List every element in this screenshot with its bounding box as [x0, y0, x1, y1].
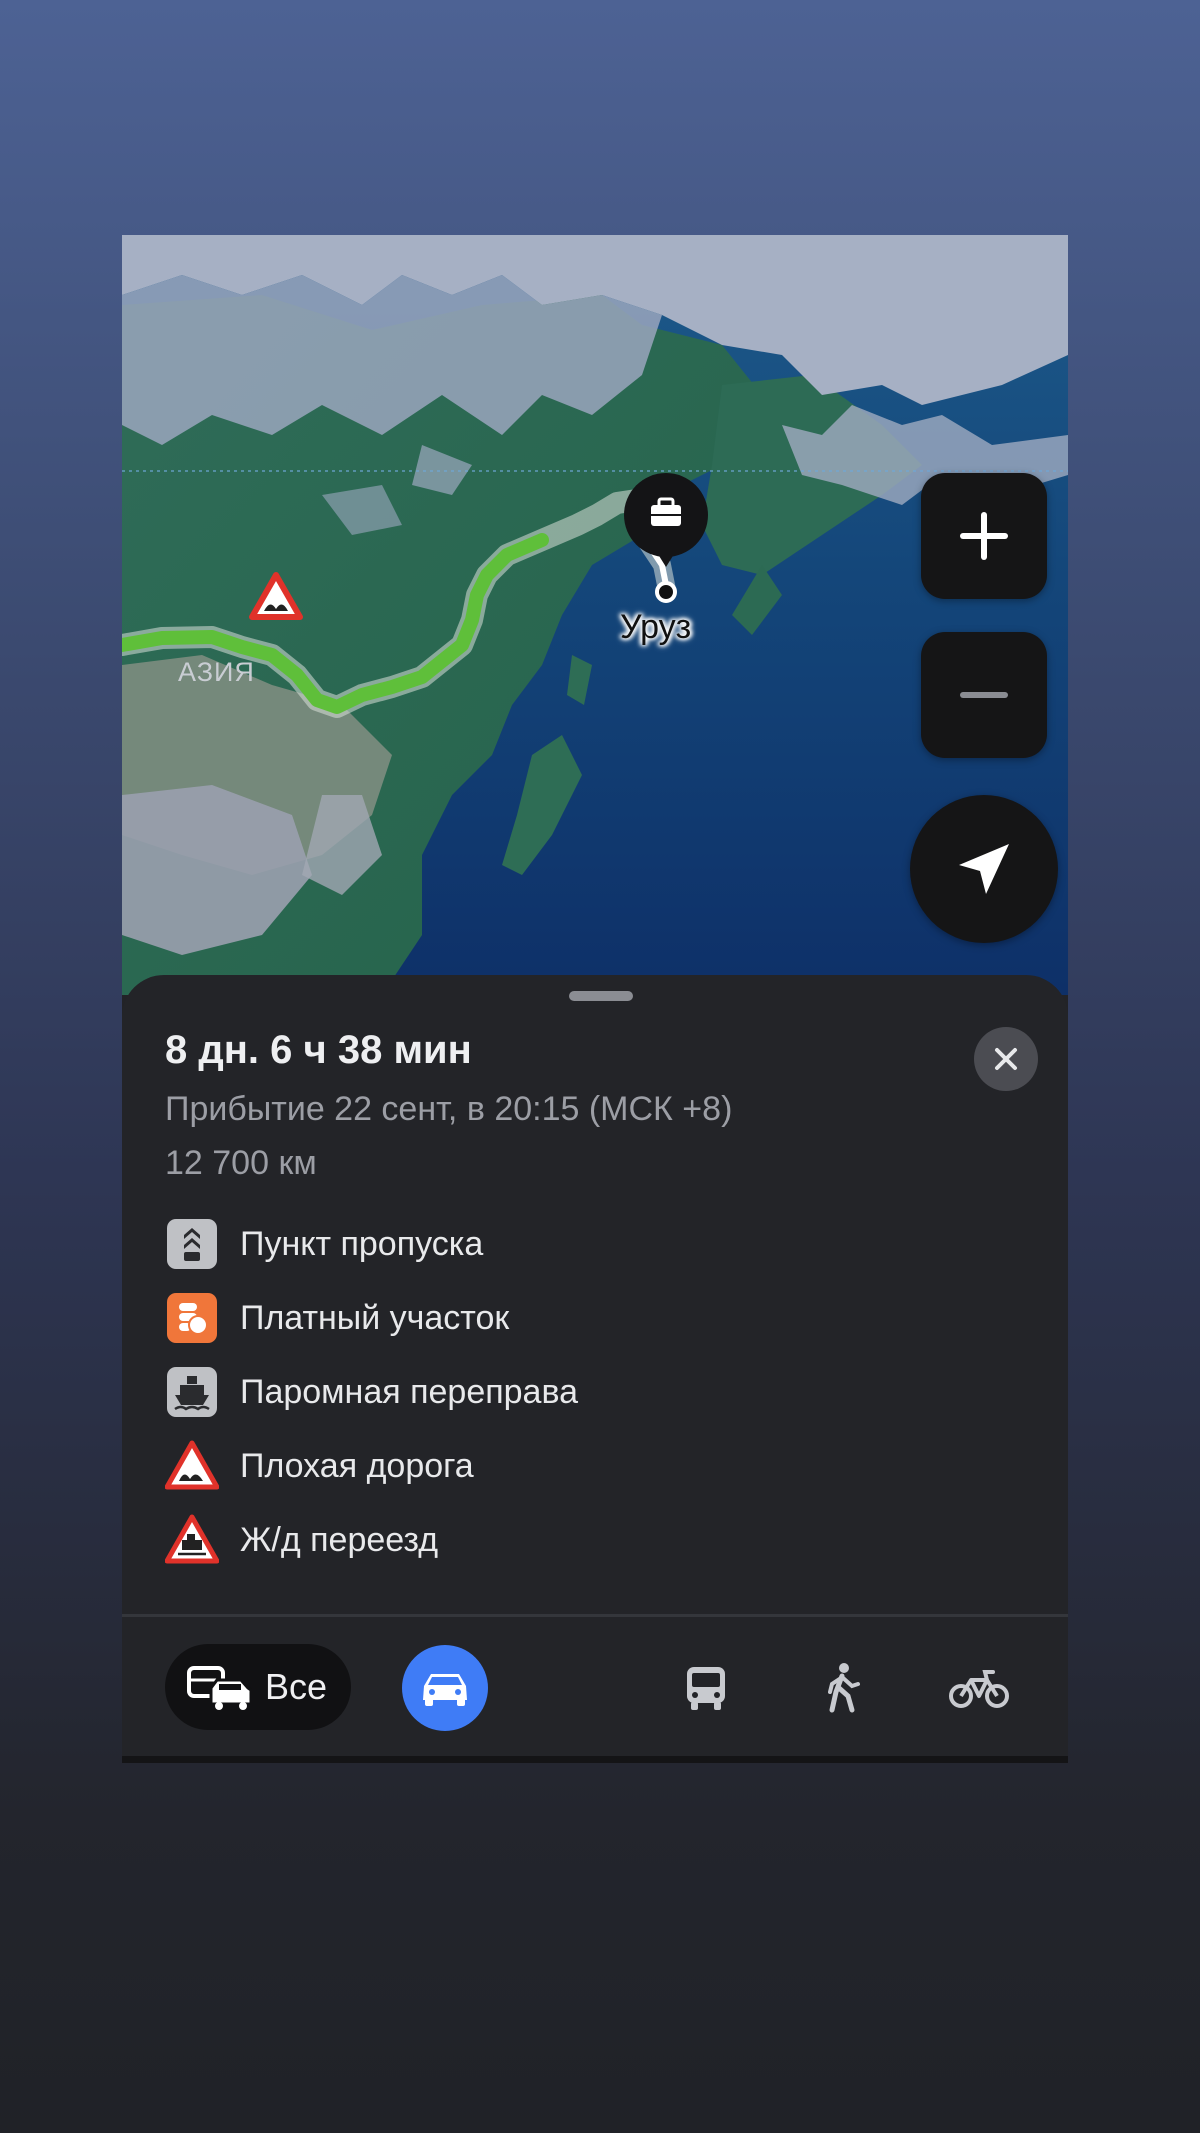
transport-mode-bar: Все: [122, 1617, 1068, 1757]
route-arrival: Прибытие 22 сент, в 20:15 (МСК +8): [165, 1090, 733, 1128]
mode-bus-button[interactable]: [663, 1645, 749, 1731]
list-item: Пункт пропуска: [165, 1217, 483, 1271]
mode-bike-button[interactable]: [936, 1645, 1022, 1731]
my-location-button[interactable]: [910, 795, 1058, 943]
minus-icon: [960, 692, 1008, 698]
feature-label: Плохая дорога: [240, 1446, 474, 1485]
mode-walk-button[interactable]: [799, 1645, 885, 1731]
list-item: Платный участок: [165, 1291, 509, 1345]
destination-label: Уруз: [620, 608, 692, 646]
map-view[interactable]: Уруз АЗИЯ: [122, 235, 1068, 995]
mode-all-label: Все: [265, 1666, 328, 1707]
list-item: Ж/д переезд: [165, 1513, 438, 1567]
railway-crossing-icon: [165, 1513, 219, 1567]
checkpoint-icon: [165, 1217, 219, 1271]
mode-all-button[interactable]: Все: [165, 1644, 351, 1730]
sheet-grabber[interactable]: [569, 991, 633, 1001]
car-and-bus-icon: [187, 1666, 253, 1710]
car-icon: [423, 1674, 467, 1706]
zoom-in-button[interactable]: [921, 473, 1047, 599]
bottom-edge: [122, 1756, 1068, 1763]
mode-car-button[interactable]: [402, 1645, 488, 1731]
feature-label: Паромная переправа: [240, 1372, 579, 1411]
bus-icon: [687, 1667, 725, 1710]
bad-road-icon: [165, 1439, 219, 1493]
bicycle-icon: [949, 1670, 1009, 1708]
route-distance: 12 700 км: [165, 1144, 317, 1182]
close-button[interactable]: [974, 1027, 1038, 1091]
navigation-arrow-icon: [959, 844, 1009, 894]
route-duration: 8 дн. 6 ч 38 мин: [165, 1028, 472, 1072]
plus-icon: [960, 512, 1008, 560]
route-card: Уруз АЗИЯ 8 дн. 6 ч 38 мин Прибытие 22 с…: [122, 235, 1068, 1763]
feature-label: Платный участок: [240, 1298, 510, 1337]
pedestrian-icon: [828, 1663, 860, 1713]
list-item: Плохая дорога: [165, 1439, 474, 1493]
region-label: АЗИЯ: [178, 657, 255, 687]
close-icon: [995, 1048, 1017, 1070]
toll-road-icon: [165, 1291, 219, 1345]
feature-label: Пункт пропуска: [240, 1224, 484, 1263]
list-item: Паромная переправа: [165, 1365, 578, 1419]
zoom-out-button[interactable]: [921, 632, 1047, 758]
feature-label: Ж/д переезд: [240, 1520, 439, 1559]
ferry-icon: [165, 1365, 219, 1419]
